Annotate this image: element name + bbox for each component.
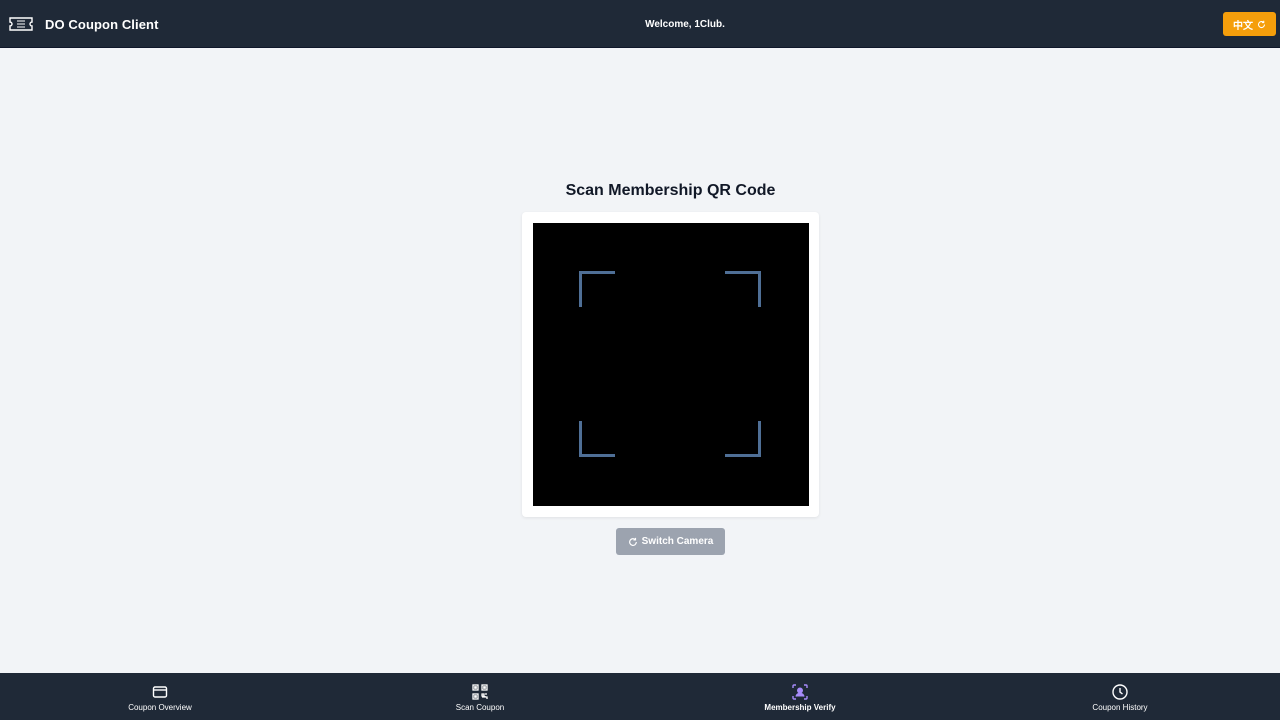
nav-item-coupon-overview[interactable]: Coupon Overview: [0, 673, 320, 720]
coupon-logo-icon: [9, 16, 33, 32]
scanner-card: [522, 212, 819, 517]
nav-label: Scan Coupon: [455, 703, 505, 712]
user-verify-icon: [792, 684, 808, 700]
main-content: Scan Membership QR Code Switch Camera: [0, 48, 1280, 673]
bottom-nav: Coupon Overview Scan Coupon Membership V…: [0, 673, 1280, 720]
language-toggle-button[interactable]: 中文: [1223, 12, 1276, 36]
scan-frame-corner-top-left: [579, 271, 615, 307]
language-button-label: 中文: [1233, 20, 1253, 32]
app-title: DO Coupon Client: [45, 16, 159, 32]
nav-item-membership-verify[interactable]: Membership Verify: [640, 673, 960, 720]
switch-camera-label: Switch Camera: [641, 536, 714, 547]
brand: DO Coupon Client: [9, 0, 159, 48]
refresh-icon: [1257, 20, 1266, 28]
ticket-icon: [152, 686, 168, 698]
nav-label: Membership Verify: [764, 703, 836, 712]
camera-viewport: [533, 223, 809, 506]
nav-label: Coupon Overview: [128, 703, 192, 712]
nav-item-scan-coupon[interactable]: Scan Coupon: [320, 673, 640, 720]
scan-frame-corner-bottom-left: [579, 421, 615, 457]
top-header: DO Coupon Client Welcome, 1Club. 中文: [0, 0, 1280, 48]
refresh-icon: [628, 537, 637, 546]
clock-icon: [1112, 684, 1128, 700]
welcome-message-wrapper: Welcome, 1Club.: [0, 0, 1280, 48]
welcome-message: Welcome, 1Club.: [645, 18, 725, 30]
switch-camera-button[interactable]: Switch Camera: [616, 528, 725, 555]
qr-code-icon: [472, 684, 488, 700]
scan-frame-corner-bottom-right: [725, 421, 761, 457]
page-title: Scan Membership QR Code: [565, 182, 776, 199]
app-root: DO Coupon Client Welcome, 1Club. 中文 Scan…: [0, 0, 1280, 720]
nav-label: Coupon History: [1092, 703, 1148, 712]
nav-item-coupon-history[interactable]: Coupon History: [960, 673, 1280, 720]
scan-frame-corner-top-right: [725, 271, 761, 307]
